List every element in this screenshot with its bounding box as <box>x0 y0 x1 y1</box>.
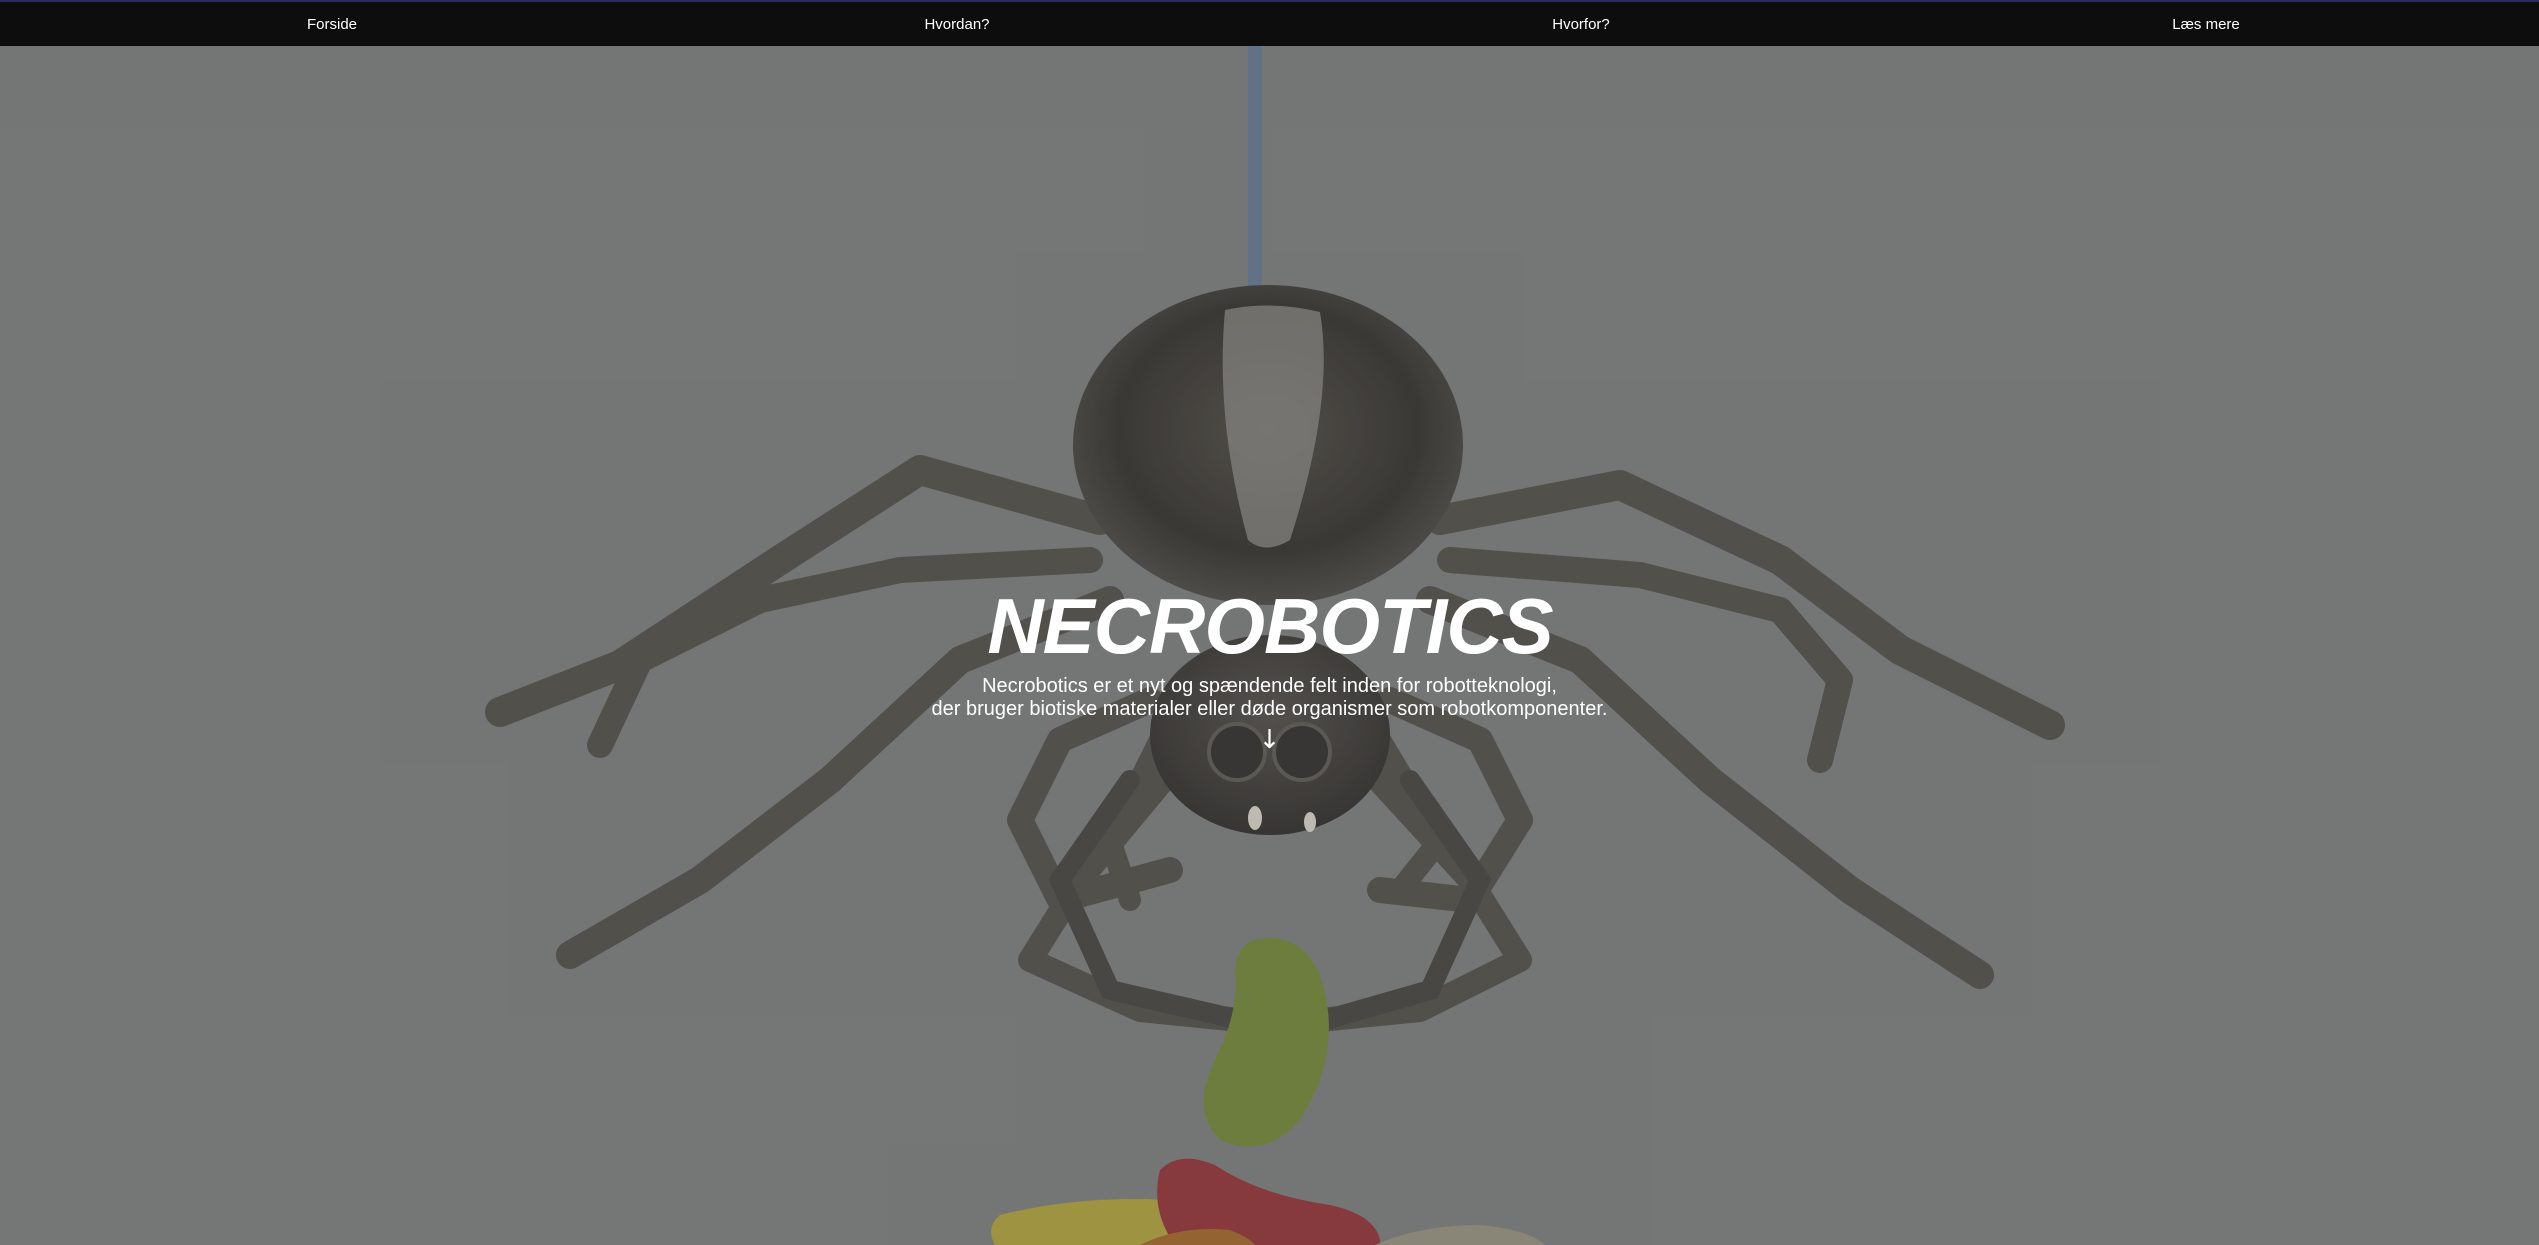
scroll-down-arrow-icon[interactable]: ↓ <box>1259 727 1281 753</box>
top-navigation: Forside Hvordan? Hvorfor? Læs mere <box>0 0 2539 46</box>
hero-section: NECROBOTICS Necrobotics er et nyt og spæ… <box>0 575 2539 753</box>
tagline-line-1: Necrobotics er et nyt og spændende felt … <box>982 675 1557 697</box>
necrobotics-logo: NECROBOTICS <box>987 582 1554 670</box>
tagline-line-2: der bruger biotiske materialer eller død… <box>931 698 1608 720</box>
nav-link-hvorfor[interactable]: Hvorfor? <box>1552 16 1610 33</box>
nav-link-hvordan[interactable]: Hvordan? <box>924 16 989 33</box>
nav-link-laes-mere[interactable]: Læs mere <box>2172 16 2240 33</box>
hero-tagline: Necrobotics er et nyt og spændende felt … <box>0 675 2539 721</box>
logo-text: NECROBOTICS <box>987 582 1553 670</box>
nav-link-forside[interactable]: Forside <box>307 16 357 33</box>
